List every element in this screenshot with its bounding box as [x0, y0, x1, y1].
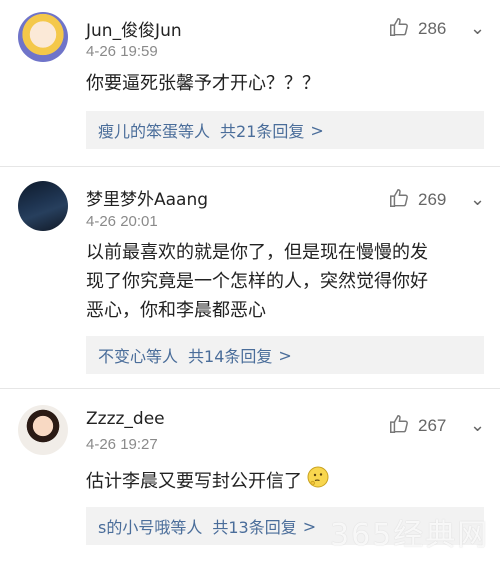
- avatar[interactable]: [18, 12, 68, 62]
- watermark: 365经典网: [330, 518, 490, 553]
- comment-text-line: 现了你究竟是一个怎样的人，突然觉得你好: [86, 271, 428, 292]
- reply-summary[interactable]: 瘦儿的笨蛋等人 共21条回复 >: [86, 111, 484, 149]
- thumbs-up-icon: [388, 16, 410, 42]
- reply-users: 不变心等人: [98, 347, 179, 366]
- chevron-down-icon[interactable]: ⌄: [470, 189, 485, 210]
- comment-text-line: 以前最喜欢的就是你了，但是现在慢慢的发: [86, 242, 428, 263]
- like-count: 269: [418, 190, 447, 209]
- thumbs-up-icon: [388, 187, 410, 213]
- comment-text-line: 恶心，你和李晨都恶心: [86, 300, 266, 321]
- like-button[interactable]: 286: [388, 16, 446, 42]
- reply-users: s的小号哦等人: [98, 518, 203, 537]
- comment-text: 估计李晨又要写封公开信了: [86, 465, 486, 498]
- reply-total: 共13条回复: [212, 518, 297, 537]
- comment-item: Jun_俊俊Jun 4-26 19:59 286 ⌄ 你要逼死张馨予才开心？？？…: [0, 0, 500, 166]
- avatar[interactable]: [18, 405, 68, 455]
- timestamp: 4-26 19:27: [86, 436, 158, 453]
- username[interactable]: 梦里梦外Aaang: [86, 185, 208, 210]
- comment-text: 以前最喜欢的就是你了，但是现在慢慢的发 现了你究竟是一个怎样的人，突然觉得你好 …: [86, 238, 486, 325]
- reply-users: 瘦儿的笨蛋等人: [98, 122, 211, 141]
- comment-text: 你要逼死张馨予才开心？？？: [86, 73, 320, 94]
- comment-text-body: 估计李晨又要写封公开信了: [86, 471, 302, 492]
- avatar[interactable]: [18, 181, 68, 231]
- like-count: 267: [418, 416, 447, 435]
- like-button[interactable]: 269: [388, 187, 446, 213]
- reply-summary[interactable]: 不变心等人 共14条回复 >: [86, 336, 484, 374]
- username[interactable]: Zzzz_dee: [86, 409, 165, 429]
- comment-item: 梦里梦外Aaang 4-26 20:01 269 ⌄ 以前最喜欢的就是你了，但是…: [0, 167, 500, 388]
- thumbs-up-icon: [388, 413, 410, 439]
- reply-total: 共21条回复: [220, 122, 305, 141]
- username[interactable]: Jun_俊俊Jun: [86, 16, 182, 41]
- timestamp: 4-26 20:01: [86, 213, 158, 230]
- chevron-down-icon[interactable]: ⌄: [470, 415, 485, 436]
- chevron-right-icon: >: [302, 516, 317, 536]
- like-button[interactable]: 267: [388, 413, 446, 439]
- reply-total: 共14条回复: [188, 347, 273, 366]
- thinking-face-icon: [306, 465, 330, 498]
- like-count: 286: [418, 19, 447, 38]
- timestamp: 4-26 19:59: [86, 43, 158, 60]
- chevron-right-icon: >: [278, 345, 292, 365]
- chevron-right-icon: >: [310, 120, 324, 140]
- chevron-down-icon[interactable]: ⌄: [470, 18, 485, 39]
